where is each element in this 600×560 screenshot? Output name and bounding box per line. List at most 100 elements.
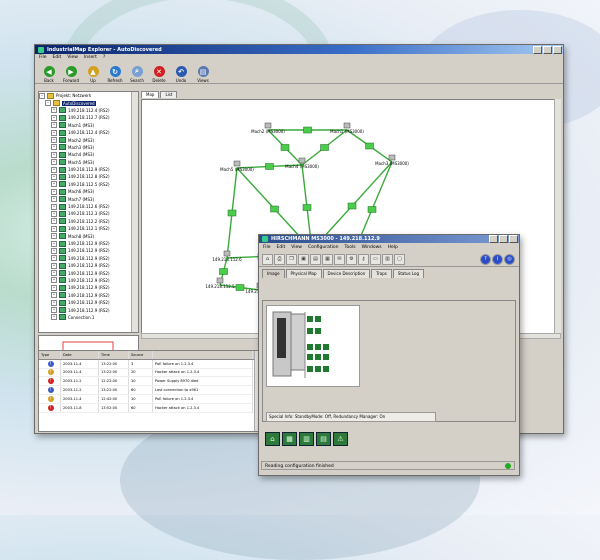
column-header[interactable]: Date [61,351,99,359]
table-row[interactable]: ! 2003-11-4 13:22:00 3 PoE failure on 1.2.3.… [39,359,261,369]
config-icon[interactable]: ▤ [316,432,331,446]
network-node[interactable]: Mach1 (MS3000) [330,122,364,134]
security-icon[interactable]: ⚠ [333,432,348,446]
link-label-box[interactable] [265,163,274,170]
collapse-icon[interactable]: − [39,92,45,99]
close-button[interactable] [553,45,562,54]
toolbar-button-undo[interactable]: ↶ Undo [170,66,192,83]
link-label-box[interactable] [227,209,237,217]
expand-icon[interactable]: + [51,284,57,291]
toolbar-button-delete[interactable]: ✕ Delete [148,66,170,83]
toolbar-button-forward[interactable]: ▶ Forward [60,66,82,83]
tree-item[interactable]: +149.218.112.9 (RS2) [39,166,138,173]
chart-icon[interactable]: ▥ [382,253,393,265]
tree-item[interactable]: +149.218.112.2 (RS2) [39,218,138,225]
expand-icon[interactable]: + [51,225,57,232]
expand-icon[interactable]: + [51,114,57,121]
expand-icon[interactable]: + [51,173,57,180]
expand-icon[interactable]: + [51,129,57,136]
link-label-box[interactable] [219,268,228,275]
globe-icon[interactable]: ◎ [504,253,515,265]
expand-icon[interactable]: + [51,137,57,144]
expand-icon[interactable]: + [51,233,57,240]
expand-icon[interactable]: + [51,262,57,269]
link-label-box[interactable] [320,144,329,151]
expand-icon[interactable]: + [51,270,57,277]
menu-item[interactable]: View [291,245,302,250]
tree-item[interactable]: + Mach2 (MS3) [39,136,138,144]
link-label-box[interactable] [365,142,374,150]
column-header[interactable] [153,351,253,359]
close-button[interactable] [509,235,518,243]
network-node[interactable]: Mach3 (MS3000) [375,154,409,166]
tree-item[interactable]: +149.218.112.7 (RS2) [39,114,138,121]
network-node[interactable]: Mach2 (MS3000) [251,122,285,134]
tab-physical-map[interactable]: Physical Map [285,269,322,278]
tab-device-description[interactable]: Device Description [322,269,371,278]
tree-item[interactable]: +149.218.112.9 (RS2) [39,299,138,306]
tab-traps[interactable]: Traps [371,269,392,278]
tree-selected-node[interactable]: − AutoDiscovered [39,99,138,107]
tree-item[interactable]: +149.218.112.9 (RS2) [39,284,138,291]
mail-icon[interactable]: ✉ [334,253,345,265]
network-node[interactable]: 149.218.112.6 [212,250,242,262]
network-node[interactable]: 149.218.112.5 [205,277,235,289]
save-icon[interactable]: ▦ [322,253,333,265]
key-icon[interactable]: ⚷ [358,253,369,265]
network-icon[interactable]: ⌂ [265,432,280,446]
expand-icon[interactable]: + [51,299,57,306]
help-icon[interactable]: ? [480,253,491,265]
tree-item[interactable]: +149.218.112.9 (RS2) [39,240,138,247]
expand-icon[interactable]: + [51,218,57,225]
tree-item[interactable]: +149.218.112.9 (RS2) [39,269,138,277]
tree-item[interactable]: + Mach4 (MS3) [39,151,138,158]
menu-item[interactable]: View [67,55,78,60]
expand-icon[interactable]: + [51,151,57,158]
statistics-icon[interactable]: ▥ [299,432,314,446]
tree-item[interactable]: +149.218.112.9 (RS2) [39,262,138,269]
tree-item[interactable]: +149.218.112.8 (RS2) [39,173,138,180]
document-icon[interactable]: ▤ [310,253,321,265]
tree-item[interactable]: + Connection 1 [39,314,138,321]
tree-item[interactable]: + Mach3 (MS3) [39,144,138,151]
tab-map[interactable]: Map [141,91,160,98]
link-label-box[interactable] [303,126,312,134]
expand-icon[interactable]: + [51,159,57,166]
tree-item[interactable]: +149.218.112.5 (RS2) [39,181,138,188]
tab-status-log[interactable]: Status Log [392,269,424,278]
menu-item[interactable]: Windows [362,245,382,250]
table-row[interactable]: ! 2003-11-4 13:22:00 20 Hacker attack on 1.2… [39,368,261,378]
tree-item[interactable]: +149.218.112.9 (RS2) [39,306,138,314]
menu-item[interactable]: Configuration [308,245,339,250]
tree-item[interactable]: + Mach5 (MS3) [39,159,138,166]
event-table[interactable]: Type Date Time Source ! 2003-11-4 13:22:00 3 Po… [38,350,262,432]
column-header[interactable]: Type [39,351,61,359]
toolbar-button-back[interactable]: ◀ Back [38,66,60,83]
tree-item[interactable]: + Mach7 (MS3) [39,195,138,203]
menu-item[interactable]: File [39,55,47,60]
tree-item[interactable]: + Mach8 (MS3) [39,232,138,240]
minimize-button[interactable] [489,235,498,243]
ports-icon[interactable]: ▦ [282,432,297,446]
table-row[interactable]: ! 2003-11-8 13:52:00 60 Hacker attack on 1.2… [39,403,261,413]
expand-icon[interactable]: + [51,181,57,188]
tree-item[interactable]: +149.218.112.6 (RS2) [39,203,138,210]
expand-icon[interactable]: + [51,203,57,210]
expand-icon[interactable]: + [51,240,57,247]
paste-icon[interactable]: ▣ [298,253,309,265]
monitor-icon[interactable]: ▭ [370,253,381,265]
expand-icon[interactable]: + [51,122,57,129]
expand-icon[interactable]: + [51,255,57,262]
tree-item[interactable]: +149.218.112.9 (RS2) [39,247,138,254]
expand-icon[interactable]: + [51,166,57,173]
menu-item[interactable]: Edit [53,55,62,60]
link-label-box[interactable] [367,206,377,213]
toolbar-button-search[interactable]: ⌕ Search [126,66,148,83]
column-header[interactable]: Source [129,351,153,359]
tree-item[interactable]: +149.218.112.9 (RS2) [39,255,138,262]
map-vertical-scrollbar[interactable] [554,99,561,333]
table-row[interactable]: ! 2003-11-2 13:22:00 60 Lost connection to x… [39,386,261,395]
expand-icon[interactable]: + [51,277,57,284]
expand-icon[interactable]: + [51,196,57,203]
toolbar-button-refresh[interactable]: ↻ Refresh [104,66,126,83]
